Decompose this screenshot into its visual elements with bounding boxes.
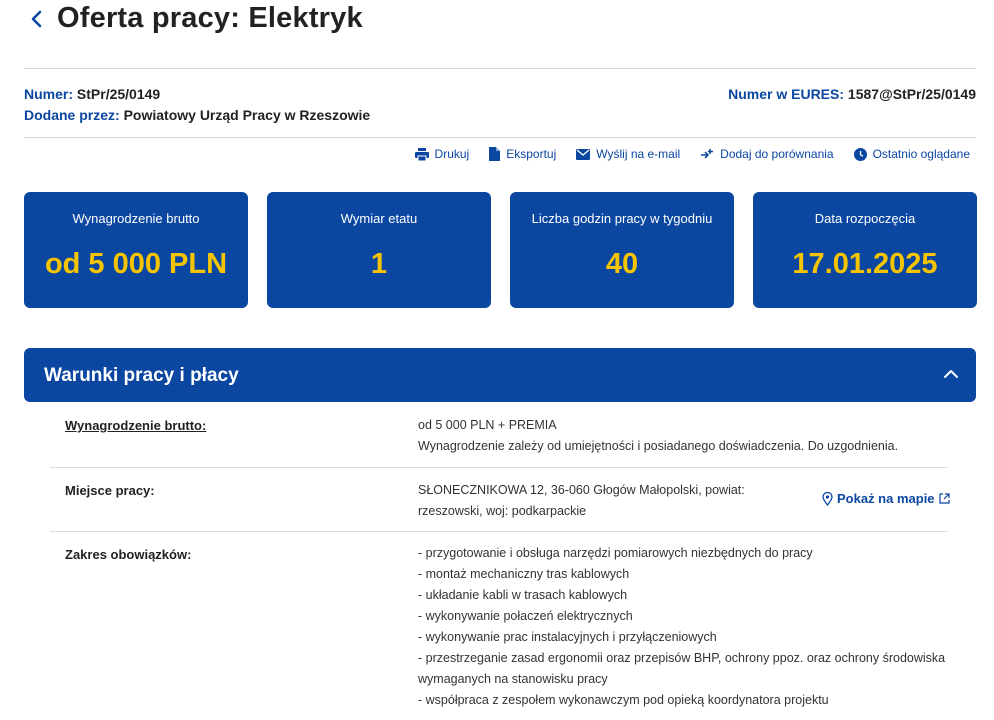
salary-card-value: od 5 000 PLN <box>44 248 228 280</box>
divider <box>24 68 976 69</box>
recently-viewed-label: Ostatnio oglądane <box>872 147 970 161</box>
action-bar: Drukuj Eksportuj Wyślij na e-mail Dodaj … <box>395 147 970 161</box>
eures-number: Numer w EURES: 1587@StPr/25/0149 <box>728 86 976 102</box>
email-label: Wyślij na e-mail <box>596 147 681 161</box>
duties-row-label: Zakres obowiązków: <box>65 547 192 562</box>
work-conditions-panel-header[interactable]: Warunki pracy i płacy <box>24 348 976 402</box>
chevron-up-icon[interactable] <box>942 365 960 383</box>
eures-number-value: 1587@StPr/25/0149 <box>847 86 976 102</box>
duties-row-value: - przygotowanie i obsługa narzędzi pomia… <box>418 543 945 711</box>
offer-number-value: StPr/25/0149 <box>76 86 161 102</box>
back-icon[interactable] <box>27 7 47 33</box>
eures-number-label: Numer w EURES: <box>728 86 845 102</box>
place-line: rzeszowski, woj: podkarpackie <box>418 504 587 518</box>
compare-label: Dodaj do porównania <box>720 147 834 161</box>
added-by: Dodane przez: Powiatowy Urząd Pracy w Rz… <box>24 107 370 123</box>
employment-card: Wymiar etatu 1 <box>267 192 491 308</box>
salary-row-label: Wynagrodzenie brutto: <box>65 418 207 433</box>
clock-icon <box>853 147 867 161</box>
list-item: - montaż mechaniczny tras kablowych <box>418 567 630 581</box>
salary-line: od 5 000 PLN + PREMIA <box>418 418 557 432</box>
employment-card-label: Wymiar etatu <box>340 211 418 226</box>
list-item: - przygotowanie i obsługa narzędzi pomia… <box>418 546 813 560</box>
place-row-value: SŁONECZNIKOWA 12, 36-060 Głogów Małopols… <box>418 480 745 522</box>
start-date-card: Data rozpoczęcia 17.01.2025 <box>753 192 977 308</box>
show-on-map-link[interactable]: Pokaż na mapie <box>818 491 954 506</box>
compare-button[interactable]: Dodaj do porównania <box>700 147 834 161</box>
map-pin-icon <box>822 491 833 506</box>
email-button[interactable]: Wyślij na e-mail <box>576 147 680 161</box>
duties-list: - przygotowanie i obsługa narzędzi pomia… <box>418 543 945 711</box>
show-on-map-label: Pokaż na mapie <box>837 491 935 506</box>
place-line: SŁONECZNIKOWA 12, 36-060 Głogów Małopols… <box>418 483 745 497</box>
added-by-label: Dodane przez: <box>24 107 120 123</box>
list-item: - wykonywanie prac instalacyjnych i przy… <box>418 630 717 644</box>
hours-card-label: Liczba godzin pracy w tygodniu <box>531 211 713 226</box>
place-row-label: Miejsce pracy: <box>65 483 155 498</box>
recently-viewed-button[interactable]: Ostatnio oglądane <box>853 147 970 161</box>
list-item: - układanie kabli w trasach kablowych <box>418 588 628 602</box>
document-icon <box>489 147 501 161</box>
offer-number: Numer: StPr/25/0149 <box>24 86 160 102</box>
employment-card-value: 1 <box>370 248 388 280</box>
start-date-card-label: Data rozpoczęcia <box>814 211 916 226</box>
print-label: Drukuj <box>434 147 470 161</box>
offer-number-label: Numer: <box>24 86 74 102</box>
export-button[interactable]: Eksportuj <box>489 147 556 161</box>
added-by-value: Powiatowy Urząd Pracy w Rzeszowie <box>123 107 371 123</box>
salary-card-label: Wynagrodzenie brutto <box>72 211 200 226</box>
row-divider <box>50 467 948 468</box>
panel-title: Warunki pracy i płacy <box>44 365 239 386</box>
external-link-icon <box>938 493 950 504</box>
mail-icon <box>576 148 591 160</box>
divider <box>24 137 976 138</box>
hours-card-value: 40 <box>605 248 639 280</box>
page-title: Oferta pracy: Elektryk <box>57 2 363 34</box>
export-label: Eksportuj <box>506 147 557 161</box>
row-divider <box>50 531 948 532</box>
compare-icon <box>701 149 714 159</box>
list-item: wymaganych na stanowisku pracy <box>418 672 608 686</box>
start-date-card-value: 17.01.2025 <box>792 248 938 280</box>
salary-row-value: od 5 000 PLN + PREMIA Wynagrodzenie zale… <box>418 415 898 457</box>
salary-card: Wynagrodzenie brutto od 5 000 PLN <box>24 192 248 308</box>
printer-icon <box>414 147 429 161</box>
list-item: - współpraca z zespołem wykonawczym pod … <box>418 693 829 707</box>
print-button[interactable]: Drukuj <box>414 147 470 161</box>
list-item: - przestrzeganie zasad ergonomii oraz pr… <box>418 651 946 665</box>
list-item: - wykonywanie połaczeń elektrycznych <box>418 609 633 623</box>
hours-card: Liczba godzin pracy w tygodniu 40 <box>510 192 734 308</box>
salary-note: Wynagrodzenie zależy od umiejętności i p… <box>418 439 899 453</box>
